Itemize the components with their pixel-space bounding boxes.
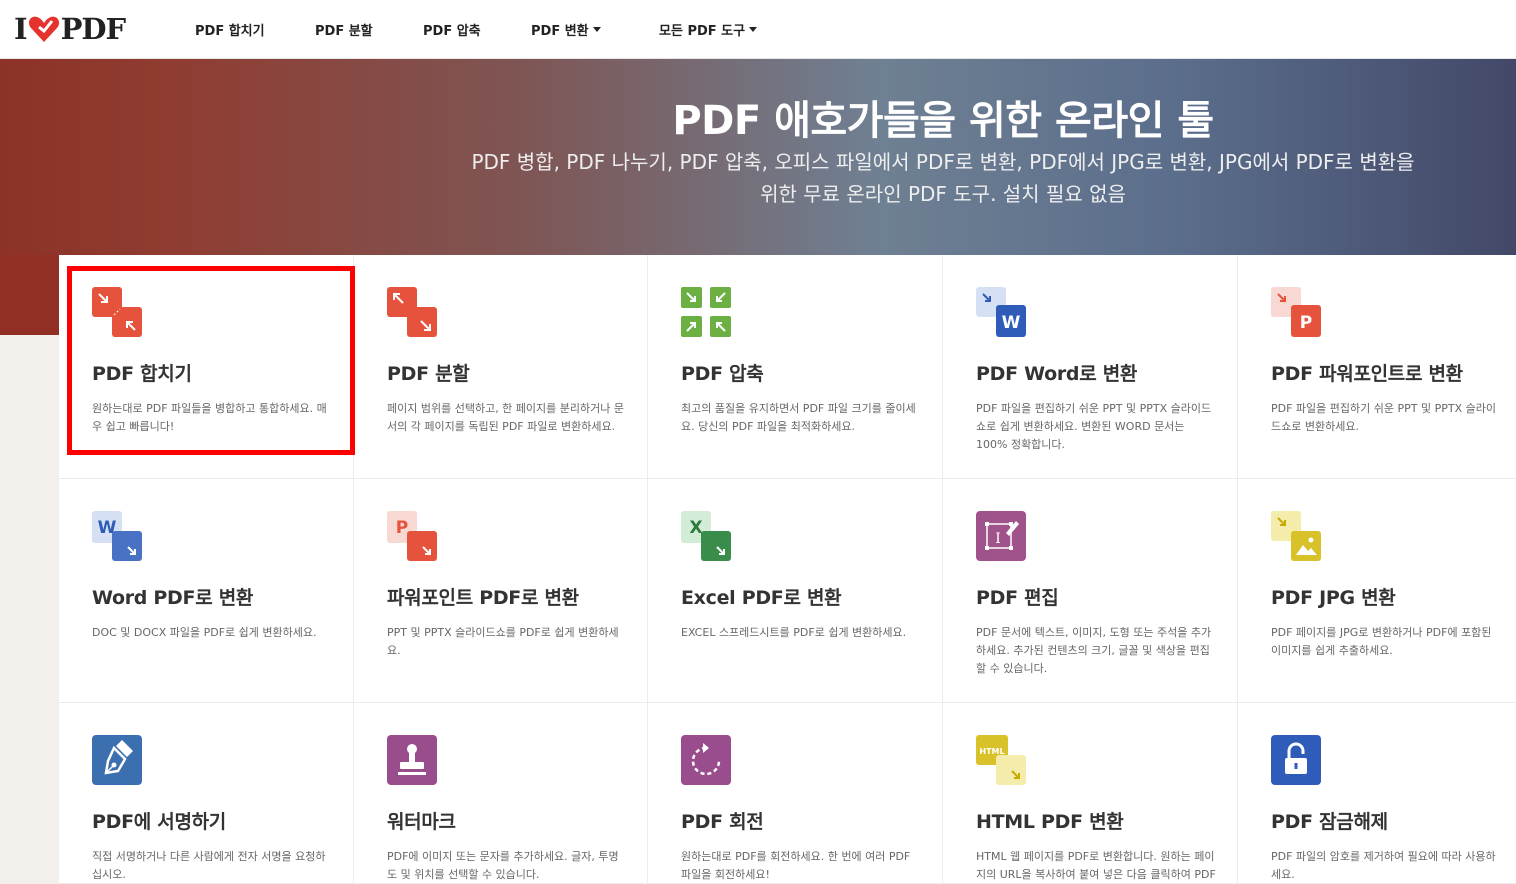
tool-card-excel-to-pdf[interactable]: X Excel PDF로 변환 EXCEL 스프레드시트를 PDF로 쉽게 변환… [648, 479, 943, 703]
tool-title: PDF 합치기 [92, 363, 192, 385]
nav-label: PDF 합치기 [195, 24, 265, 39]
powerpoint-to-pdf-icon: P [387, 511, 437, 561]
hero-subtitle: PDF 병합, PDF 나누기, PDF 압축, 오피스 파일에서 PDF로 변… [443, 146, 1443, 210]
tool-description: 페이지 범위를 선택하고, 한 페이지를 분리하거나 문서의 각 페이지를 독립… [387, 402, 624, 433]
pdf-to-word-icon: W [976, 287, 1026, 337]
tool-description: HTML 웹 페이지를 PDF로 변환합니다. 원하는 페이지의 URL을 복사… [976, 850, 1216, 881]
tool-card-word-to-pdf[interactable]: W Word PDF로 변환 DOC 및 DOCX 파일을 PDF로 쉽게 변환… [59, 479, 354, 703]
edit-pdf-icon: I [976, 511, 1026, 561]
tool-card-rotate-pdf[interactable]: PDF 회전 원하는대로 PDF를 회전하세요. 한 번에 여러 PDF 파일을… [648, 703, 943, 884]
tool-description: PPT 및 PPTX 슬라이드쇼를 PDF로 쉽게 변환하세요. [387, 626, 619, 657]
tool-title: 파워포인트 PDF로 변환 [387, 587, 579, 609]
nav-all-tools-dropdown[interactable]: 모든 PDF 도구 [659, 20, 758, 39]
hero-subtitle-line: 위한 무료 온라인 PDF 도구. 설치 필요 없음 [760, 182, 1126, 206]
nav-label: PDF 변환 [531, 24, 589, 39]
svg-text:P: P [1300, 313, 1312, 333]
tool-card-pdf-to-jpg[interactable]: PDF JPG 변환 PDF 페이지를 JPG로 변환하거나 PDF에 포함된 … [1238, 479, 1516, 703]
rotate-pdf-icon [681, 735, 731, 785]
tool-description: 최고의 품질을 유지하면서 PDF 파일 크기를 줄이세요. 당신의 PDF 파… [681, 402, 916, 433]
tool-description: PDF에 이미지 또는 문자를 추가하세요. 글자, 투명도 및 위치를 선택할… [387, 850, 619, 881]
tool-card-watermark[interactable]: 워터마크 PDF에 이미지 또는 문자를 추가하세요. 글자, 투명도 및 위치… [354, 703, 648, 884]
tool-description: PDF 파일을 편집하기 쉬운 PPT 및 PPTX 슬라이드쇼로 쉽게 변환하… [976, 402, 1212, 451]
svg-text:HTML: HTML [979, 747, 1004, 756]
tool-title: PDF JPG 변환 [1271, 587, 1396, 609]
tool-description: 직접 서명하거나 다른 사람에게 전자 서명을 요청하십시오. [92, 850, 326, 881]
tool-card-pdf-to-powerpoint[interactable]: P PDF 파워포인트로 변환 PDF 파일을 편집하기 쉬운 PPT 및 PP… [1238, 255, 1516, 479]
nav-compress-pdf[interactable]: PDF 압축 [423, 20, 481, 39]
tool-card-pdf-to-word[interactable]: W PDF Word로 변환 PDF 파일을 편집하기 쉬운 PPT 및 PPT… [943, 255, 1238, 479]
split-pdf-icon [387, 287, 437, 337]
tool-title: PDF 분할 [387, 363, 470, 385]
nav-merge-pdf[interactable]: PDF 합치기 [195, 20, 265, 39]
svg-text:W: W [1002, 313, 1021, 333]
tool-title: PDF Word로 변환 [976, 363, 1138, 385]
tool-title: Word PDF로 변환 [92, 587, 254, 609]
tool-card-split-pdf[interactable]: PDF 분할 페이지 범위를 선택하고, 한 페이지를 분리하거나 문서의 각 … [354, 255, 648, 479]
hero-title: PDF 애호가들을 위한 온라인 툴 [672, 98, 1214, 144]
tool-card-compress-pdf[interactable]: PDF 압축 최고의 품질을 유지하면서 PDF 파일 크기를 줄이세요. 당신… [648, 255, 943, 479]
watermark-icon [387, 735, 437, 785]
svg-text:W: W [98, 518, 117, 538]
caret-down-icon [749, 27, 758, 32]
logo-letter: I [14, 12, 28, 46]
word-to-pdf-icon: W [92, 511, 142, 561]
tool-title: HTML PDF 변환 [976, 811, 1124, 833]
tool-description: PDF 파일의 암호를 제거하여 필요에 따라 사용하세요. [1271, 850, 1496, 881]
merge-pdf-icon [92, 287, 142, 337]
tool-card-merge-pdf[interactable]: PDF 합치기 원하는대로 PDF 파일들을 병합하고 통합하세요. 매우 쉽고… [59, 255, 354, 479]
caret-down-icon [592, 27, 601, 32]
tool-title: PDF 잠금해제 [1271, 811, 1388, 833]
nav-split-pdf[interactable]: PDF 분할 [315, 20, 373, 39]
tool-title: 워터마크 [387, 811, 456, 833]
tool-card-html-to-pdf[interactable]: HTML HTML PDF 변환 HTML 웹 페이지를 PDF로 변환합니다.… [943, 703, 1238, 884]
tool-description: PDF 페이지를 JPG로 변환하거나 PDF에 포함된 이미지를 쉽게 추출하… [1271, 626, 1492, 657]
tool-title: PDF 회전 [681, 811, 764, 833]
tool-card-sign-pdf[interactable]: PDF에 서명하기 직접 서명하거나 다른 사람에게 전자 서명을 요청하십시오… [59, 703, 354, 884]
nav-convert-pdf-dropdown[interactable]: PDF 변환 [531, 20, 601, 39]
tool-description: 원하는대로 PDF를 회전하세요. 한 번에 여러 PDF 파일을 회전하세요! [681, 850, 911, 881]
nav-label: 모든 PDF 도구 [659, 24, 746, 39]
tool-description: PDF 문서에 텍스트, 이미지, 도형 또는 주석을 추가하세요. 추가된 컨… [976, 626, 1212, 675]
nav-label: PDF 분할 [315, 24, 373, 39]
svg-text:X: X [689, 518, 702, 538]
hero-banner-edge [0, 255, 59, 335]
heart-icon [28, 16, 59, 42]
tool-card-edit-pdf[interactable]: I PDF 편집 PDF 문서에 텍스트, 이미지, 도형 또는 주석을 추가하… [943, 479, 1238, 703]
compress-pdf-icon [681, 287, 731, 337]
tools-grid: PDF 합치기 원하는대로 PDF 파일들을 병합하고 통합하세요. 매우 쉽고… [59, 255, 1516, 884]
pdf-to-jpg-icon [1271, 511, 1321, 561]
sign-pdf-icon [92, 735, 142, 785]
tool-title: PDF에 서명하기 [92, 811, 226, 833]
tool-card-powerpoint-to-pdf[interactable]: P 파워포인트 PDF로 변환 PPT 및 PPTX 슬라이드쇼를 PDF로 쉽… [354, 479, 648, 703]
tool-title: PDF 파워포인트로 변환 [1271, 363, 1463, 385]
tool-card-unlock-pdf[interactable]: PDF 잠금해제 PDF 파일의 암호를 제거하여 필요에 따라 사용하세요. [1238, 703, 1516, 884]
tool-title: PDF 압축 [681, 363, 764, 385]
unlock-pdf-icon [1271, 735, 1321, 785]
svg-text:I: I [995, 531, 1001, 547]
tool-description: DOC 및 DOCX 파일을 PDF로 쉽게 변환하세요. [92, 626, 317, 639]
tool-title: Excel PDF로 변환 [681, 587, 842, 609]
tool-description: 원하는대로 PDF 파일들을 병합하고 통합하세요. 매우 쉽고 빠릅니다! [92, 402, 327, 433]
ilovepdf-logo[interactable]: I PDF [14, 12, 127, 46]
excel-to-pdf-icon: X [681, 511, 731, 561]
tool-description: PDF 파일을 편집하기 쉬운 PPT 및 PPTX 슬라이드쇼로 변환하세요. [1271, 402, 1496, 433]
nav-label: PDF 압축 [423, 24, 481, 39]
logo-pdf-text: PDF [60, 12, 127, 46]
top-navbar: I PDF PDF 합치기 PDF 분할 PDF 압축 PDF 변환 모든 PD… [0, 0, 1516, 59]
tool-title: PDF 편집 [976, 587, 1059, 609]
html-to-pdf-icon: HTML [976, 735, 1026, 785]
tool-description: EXCEL 스프레드시트를 PDF로 쉽게 변환하세요. [681, 626, 907, 639]
pdf-to-powerpoint-icon: P [1271, 287, 1321, 337]
svg-text:P: P [396, 518, 408, 538]
hero-subtitle-line: PDF 병합, PDF 나누기, PDF 압축, 오피스 파일에서 PDF로 변… [471, 150, 1415, 174]
